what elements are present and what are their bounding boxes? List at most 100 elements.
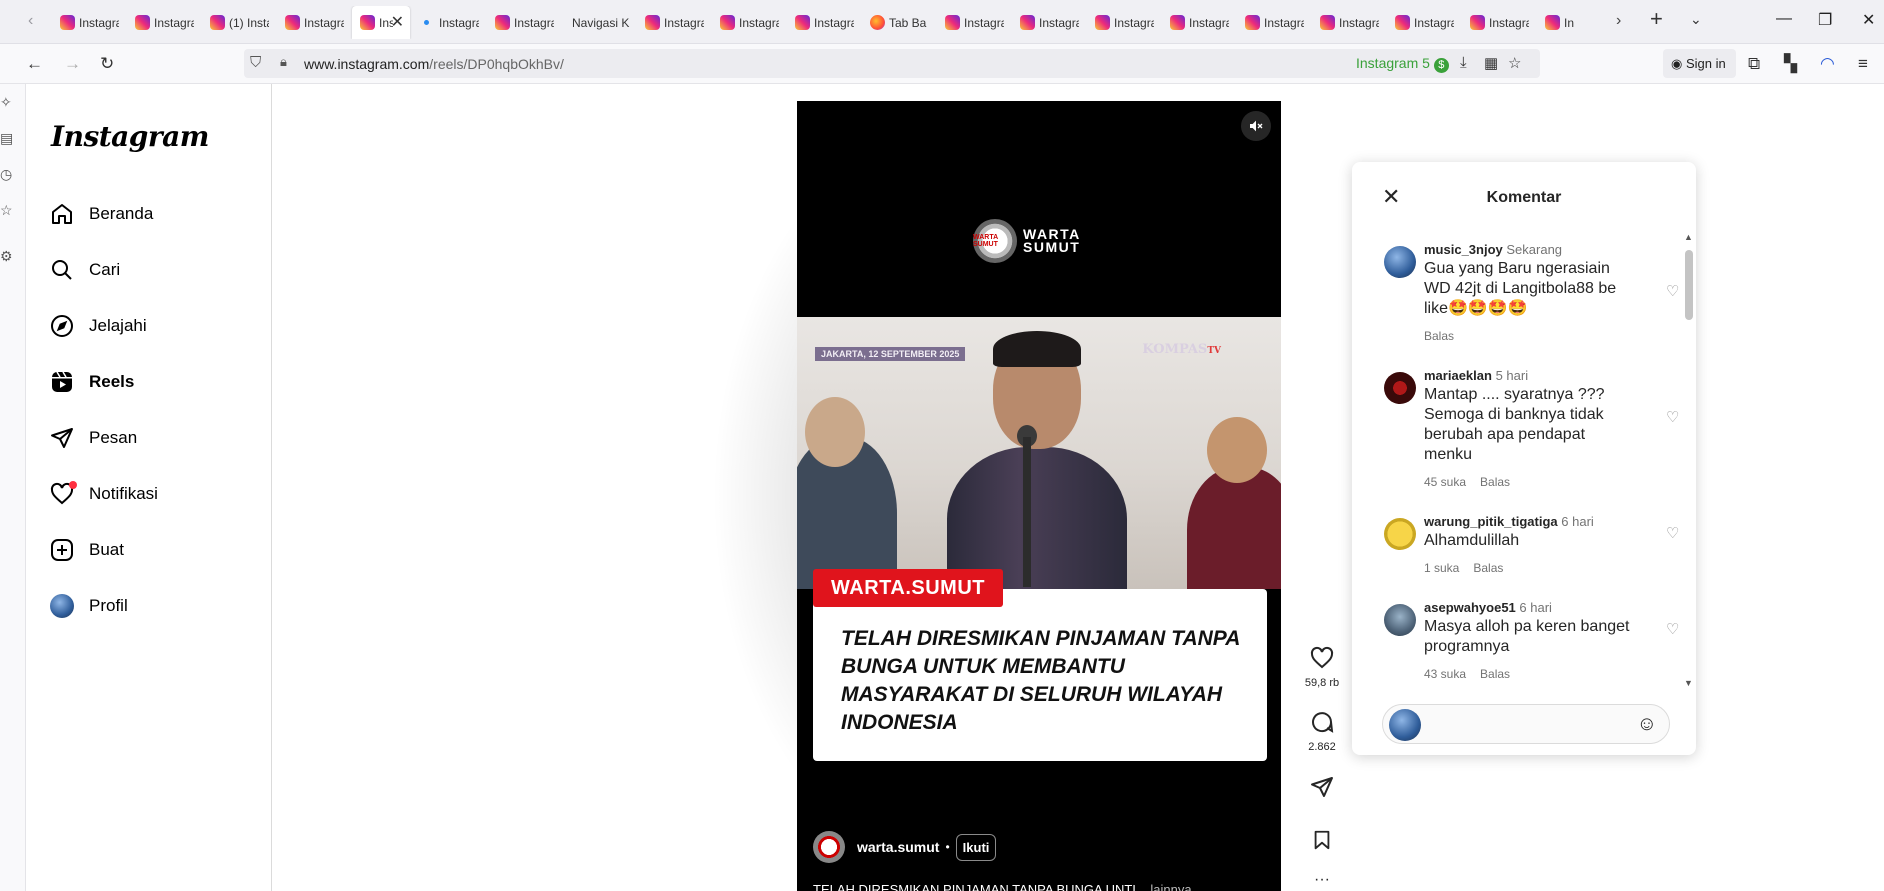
browser-tab[interactable]: Instagram [1237, 6, 1310, 39]
browser-tab[interactable]: Instagram [1012, 6, 1085, 39]
browser-tab[interactable]: Instagram [1387, 6, 1460, 39]
instagram-icon [1170, 15, 1185, 30]
browser-tab[interactable]: Navigasi K [562, 6, 635, 39]
vpn-icon[interactable]: ◠ [1820, 54, 1835, 74]
nav-item-cari[interactable]: Cari [49, 250, 259, 290]
comments-scrollbar[interactable]: ▲ ▼ [1682, 232, 1694, 692]
instagram-icon [495, 15, 510, 30]
extensions-icon[interactable]: ⧉ [1748, 54, 1760, 74]
download-page-icon[interactable]: ⤓ [1460, 54, 1467, 71]
scrollbar-thumb[interactable] [1685, 250, 1693, 320]
author-avatar[interactable] [813, 831, 845, 863]
browser-tab[interactable]: In [1537, 6, 1610, 39]
tracking-shield-icon[interactable]: ⛉ [250, 54, 261, 71]
new-tab-button[interactable]: + [1650, 6, 1663, 32]
browser-tab[interactable]: Instagram [937, 6, 1010, 39]
browser-tab[interactable]: Instagram [412, 6, 485, 39]
avatar[interactable] [1384, 246, 1416, 278]
history-icon[interactable]: ◷ [0, 166, 12, 183]
reload-icon[interactable]: ↻ [100, 54, 114, 74]
close-tab-icon[interactable]: ✕ [391, 12, 404, 32]
emoji-icon[interactable]: ☺ [1637, 713, 1657, 736]
heart-icon[interactable] [1309, 646, 1335, 670]
browser-tab[interactable]: Instagram [1162, 6, 1235, 39]
avatar[interactable] [1384, 372, 1416, 404]
ai-chat-icon[interactable]: ✧ [0, 94, 12, 111]
follow-button[interactable]: Ikuti [955, 833, 997, 861]
browser-tab[interactable]: Instagram [127, 6, 200, 39]
list-all-tabs-button[interactable]: ⌄ [1690, 11, 1702, 28]
lock-icon[interactable]: 🔒︎ [280, 54, 287, 70]
apps-grid-icon[interactable]: ▚ [1784, 54, 1797, 74]
instagram-logo[interactable]: Instagram [51, 120, 209, 153]
reply-button[interactable]: Balas [1480, 475, 1510, 489]
browser-tab[interactable]: Instagram [1087, 6, 1160, 39]
browser-tab-strip: ‹ InstagramInstagram(1) InstagramInstagr… [0, 0, 1884, 44]
settings-icon[interactable]: ⚙ [0, 248, 13, 265]
more-link[interactable]: ... lainnya [1136, 882, 1192, 891]
nav-item-beranda[interactable]: Beranda [49, 194, 259, 234]
close-window-icon[interactable]: ✕ [1862, 10, 1875, 30]
nav-item-reels[interactable]: Reels [49, 362, 259, 402]
extension-indicator[interactable]: Instagram 5 $ [1356, 55, 1449, 73]
comment-username[interactable]: warung_pitik_tigatiga [1424, 514, 1558, 529]
browser-tab[interactable]: Instagram✕ [352, 6, 410, 39]
heart-icon[interactable]: ♡ [1666, 620, 1679, 638]
bookmarks-icon[interactable]: ☆ [0, 202, 13, 219]
send-icon[interactable] [1310, 775, 1334, 799]
restore-icon[interactable]: ❐ [1818, 10, 1832, 30]
heart-icon[interactable]: ♡ [1666, 282, 1679, 300]
like-count[interactable]: 59,8 rb [1298, 677, 1346, 689]
browser-tab[interactable]: Instagram [712, 6, 785, 39]
heart-icon[interactable]: ♡ [1666, 524, 1679, 542]
author-username[interactable]: warta.sumut [857, 839, 939, 855]
avatar[interactable] [1384, 604, 1416, 636]
browser-tab[interactable]: Instagram [1312, 6, 1385, 39]
nav-item-profil[interactable]: Profil [49, 586, 259, 626]
browser-tab[interactable]: Instagram [487, 6, 560, 39]
comment-username[interactable]: asepwahyoe51 [1424, 600, 1516, 615]
comment-icon[interactable] [1309, 710, 1335, 734]
comment-username[interactable]: music_3njoy [1424, 242, 1503, 257]
nav-item-jelajahi[interactable]: Jelajahi [49, 306, 259, 346]
tab-list: Instagram Instagram (1) Instagram Instagram… [52, 6, 1612, 39]
avatar[interactable] [1384, 518, 1416, 550]
instagram-icon [1095, 15, 1110, 30]
reply-button[interactable]: Balas [1480, 667, 1510, 681]
browser-tab[interactable]: Instagram [787, 6, 860, 39]
browser-tab[interactable]: Instagram [1462, 6, 1535, 39]
nav-item-pesan[interactable]: Pesan [49, 418, 259, 458]
bookmark-star-icon[interactable]: ☆ [1508, 54, 1521, 72]
scroll-down-icon[interactable]: ▼ [1684, 678, 1693, 688]
browser-tab[interactable]: Instagram [52, 6, 125, 39]
sign-in-button[interactable]: ◉ Sign in [1663, 49, 1736, 78]
reader-icon[interactable]: ▤ [0, 130, 13, 147]
nav-item-notifikasi[interactable]: Notifikasi [49, 474, 259, 514]
scroll-up-icon[interactable]: ▲ [1684, 232, 1693, 242]
tab-scroll-left-icon[interactable]: ‹ [28, 12, 44, 32]
comment-input[interactable] [1429, 714, 1619, 736]
reel-description[interactable]: TELAH DIRESMIKAN PINJAMAN TANPA BUNGA UN… [813, 882, 1253, 891]
address-bar[interactable]: ⛉ 🔒︎ www.instagram.com/reels/DP0hqbOkhBv… [244, 49, 1540, 78]
more-options-icon[interactable]: ··· [1308, 872, 1336, 888]
reply-button[interactable]: Balas [1424, 329, 1454, 343]
nav-item-buat[interactable]: Buat [49, 530, 259, 570]
comment-username[interactable]: mariaeklan [1424, 368, 1492, 383]
mute-button[interactable] [1241, 111, 1271, 141]
browser-tab[interactable]: Instagram [277, 6, 350, 39]
minimize-icon[interactable]: — [1776, 10, 1792, 28]
qr-code-icon[interactable]: ▦ [1484, 54, 1498, 72]
tab-scroll-right-icon[interactable]: › [1616, 12, 1621, 30]
back-icon[interactable]: ← [26, 54, 43, 74]
menu-icon[interactable]: ≡ [1858, 54, 1868, 74]
reply-button[interactable]: Balas [1473, 561, 1503, 575]
browser-tab[interactable]: (1) Instagram [202, 6, 275, 39]
forward-icon[interactable]: → [64, 54, 81, 74]
heart-icon[interactable]: ♡ [1666, 408, 1679, 426]
comment-count[interactable]: 2.862 [1298, 741, 1346, 753]
reel-video[interactable]: WARTA SUMUT WARTA SUMUT JAKARTA, 12 SEPT… [797, 101, 1281, 891]
browser-tab[interactable]: Instagram [637, 6, 710, 39]
bookmark-icon[interactable] [1311, 828, 1333, 852]
url-text[interactable]: www.instagram.com/reels/DP0hqbOkhBv/ [304, 56, 564, 72]
browser-tab[interactable]: Tab Ba [862, 6, 935, 39]
